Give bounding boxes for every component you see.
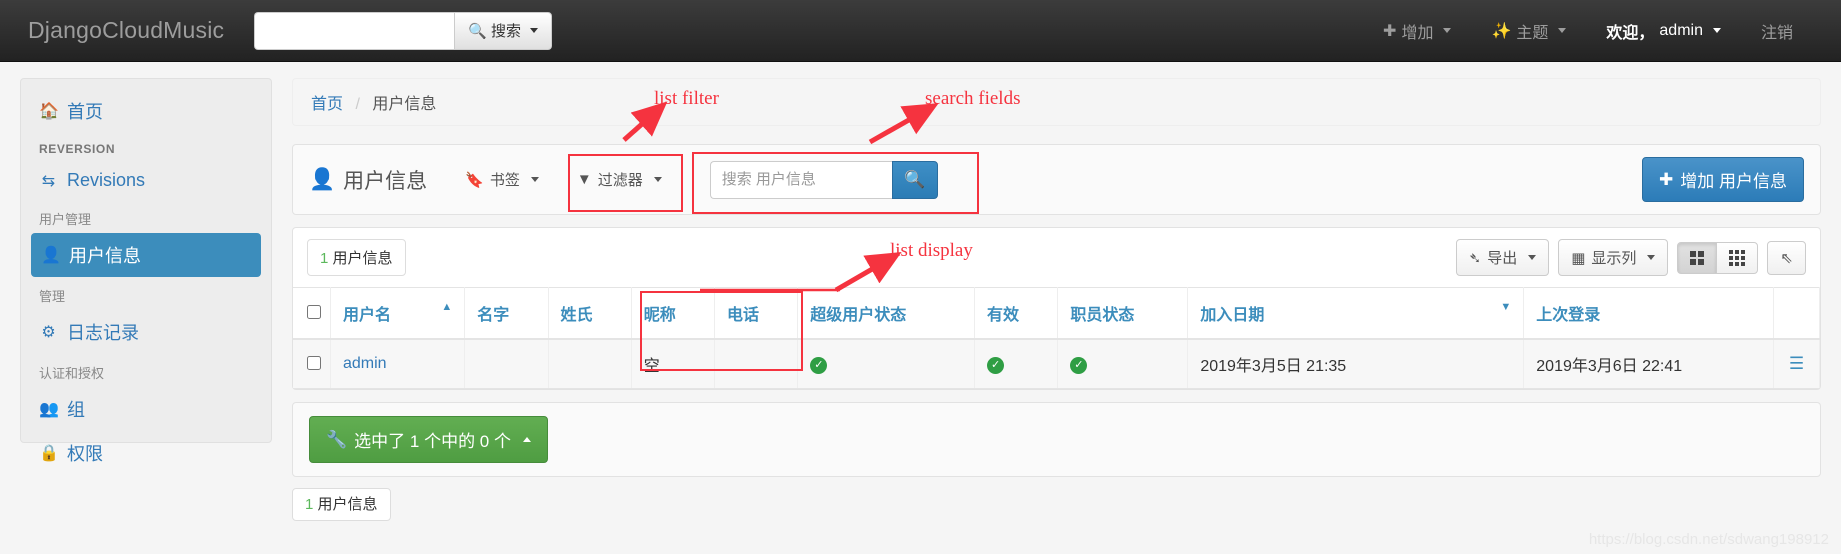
watermark: https://blog.csdn.net/sdwang198912 [1588,531,1829,548]
annotation-arrows [622,101,939,293]
